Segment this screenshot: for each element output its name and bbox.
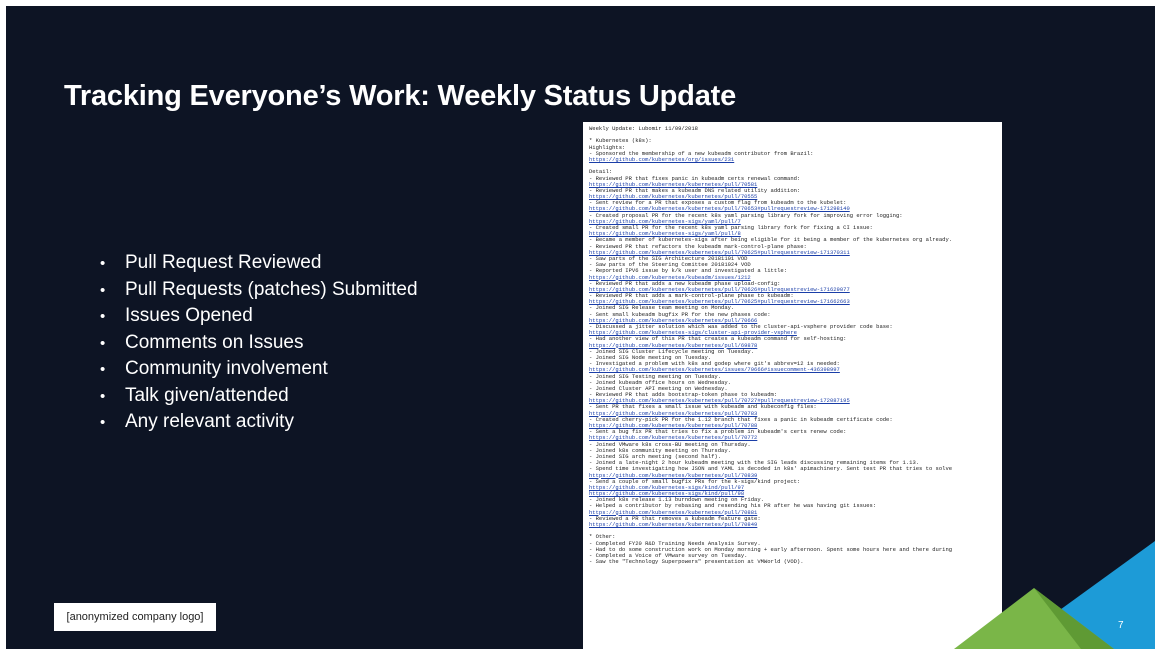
company-logo: [anonymized company logo]	[54, 603, 216, 631]
page-number: 7	[1118, 620, 1124, 631]
slide: Tracking Everyone’s Work: Weekly Status …	[6, 6, 1155, 649]
corner-decoration	[954, 541, 1155, 649]
